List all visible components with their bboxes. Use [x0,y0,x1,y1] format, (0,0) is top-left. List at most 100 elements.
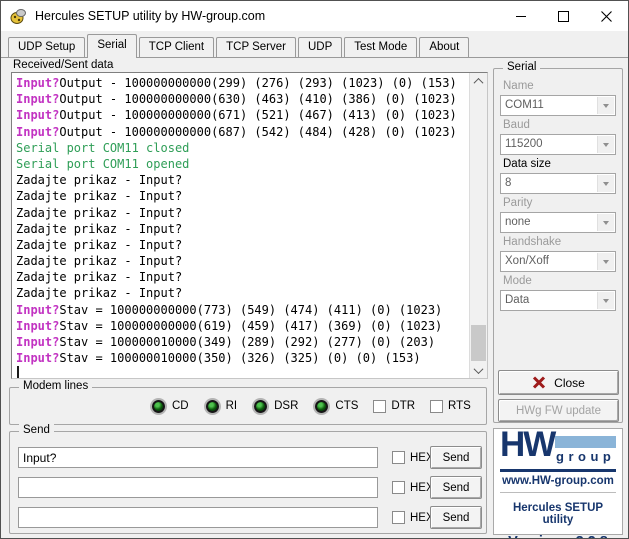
serial-field-label-parity: Parity [503,197,533,209]
maximize-button[interactable] [542,1,585,31]
mode-combobox[interactable]: Data [500,290,616,311]
close-button-label: Close [554,375,585,390]
terminal-line: Input?Output - 100000000000(671) (521) (… [16,108,457,123]
led-label: RI [225,400,238,412]
terminal-line: Zadajte prikaz - Input? [16,205,183,220]
hwg-fw-update-button[interactable]: HWg FW update [498,399,619,422]
terminal-line: Zadajte prikaz - Input? [16,189,183,204]
scrollbar-thumb[interactable] [471,325,486,361]
minimize-icon [515,15,526,17]
terminal-lines: Input?Output - 100000000000(299) (276) (… [12,73,487,366]
combobox-dropdown-button[interactable] [597,136,614,153]
tab-about[interactable]: About [419,37,470,57]
window-title: Hercules SETUP utility by HW-group.com [35,9,266,23]
send-button-1[interactable]: Send [430,446,482,469]
terminal-line: Zadajte prikaz - Input? [16,254,183,269]
logo-hw-text: HW [500,425,556,464]
chevron-down-icon [473,363,484,374]
serial-settings-group: Serial Name COM11 Baud 115200 Data size 8 Pari… [493,61,623,423]
logo-blue-bar [555,436,616,448]
minimize-button[interactable] [499,1,542,31]
hw-group-branding: HW group www.HW-group.com Hercules SETUP… [493,425,623,538]
hex-checkbox-3[interactable] [392,511,405,524]
version-number: 3.2.8 [576,534,608,538]
send-row: HEXSend [10,444,486,474]
terminal-line: Zadajte prikaz - Input? [16,237,183,252]
hex-checkbox-2[interactable] [392,481,405,494]
modem-indicator-ri: RI [204,398,238,415]
tab-serial[interactable]: Serial [87,34,137,58]
serial-field-label-handshake: Handshake [503,236,562,248]
terminal-line: Input?Stav = 100000010000(349) (289) (29… [16,335,436,349]
dtr-checkbox[interactable] [373,399,387,413]
tab-tcp-client[interactable]: TCP Client [138,37,215,57]
terminal-line: Zadajte prikaz - Input? [16,173,183,188]
terminal-scrollbar[interactable] [469,73,487,378]
send-button-3[interactable]: Send [430,506,482,529]
handshake-combobox[interactable]: Xon/Xoff [500,251,616,272]
led-cts-icon [315,399,329,413]
scroll-up-button[interactable] [470,73,487,89]
rts-toggle[interactable]: RTS [430,399,471,413]
tab-strip: UDP Setup Serial TCP Client TCP Server UDP Te… [8,32,471,58]
modem-indicator-dsr: DSR [252,398,298,415]
led-label: CTS [335,400,359,412]
version-text: Version 3.2.8 [500,534,616,538]
close-x-icon [533,376,546,389]
rts-checkbox[interactable] [430,399,444,413]
hw-group-logo: HW group [500,425,616,469]
send-group: Send HEXSendHEXSendHEXSend [9,424,487,534]
chevron-down-icon [603,142,609,147]
close-window-button[interactable] [585,1,628,31]
combobox-dropdown-button[interactable] [597,292,614,309]
serial-field-label-data-size: Data size [503,158,551,170]
combobox-dropdown-button[interactable] [597,97,614,114]
chevron-up-icon [473,77,484,88]
tab-udp-setup[interactable]: UDP Setup [8,37,86,57]
terminal-line: Serial port COM11 closed [16,140,190,155]
tab-test-mode[interactable]: Test Mode [344,37,418,57]
scroll-down-button[interactable] [470,362,487,378]
terminal-output[interactable]: Input?Output - 100000000000(299) (276) (… [11,72,488,379]
modem-indicator-cd: CD [150,398,189,415]
chevron-down-icon [603,181,609,186]
chevron-down-icon [603,259,609,264]
terminal-line: Input?Output - 100000000000(630) (463) (… [16,92,457,107]
data-size-combobox[interactable]: 8 [500,173,616,194]
chevron-down-icon [603,220,609,225]
led-label: CD [172,400,189,412]
tab-tcp-server[interactable]: TCP Server [216,37,296,57]
chevron-down-icon [603,103,609,108]
serial-fields: Name COM11 Baud 115200 Data size 8 Parity none H… [494,69,622,311]
close-port-button[interactable]: Close [498,370,619,395]
combobox-dropdown-button[interactable] [597,175,614,192]
combobox-dropdown-button[interactable] [597,214,614,231]
dtr-toggle[interactable]: DTR [373,399,415,413]
logo-group-text: group [556,449,616,464]
led-cd-icon [152,399,165,413]
chevron-down-icon [603,298,609,303]
send-row: HEXSend [10,474,486,504]
modem-indicator-cts: CTS [313,398,358,415]
serial-group-label: Serial [503,61,541,73]
baud-combobox[interactable]: 115200 [500,134,616,155]
send-row: HEXSend [10,504,486,534]
led-dsr-icon [254,399,268,413]
send-input-1[interactable] [18,447,378,468]
version-label: Version [508,534,560,538]
modem-indicators: CD RI DSR CTS DTR RTS [10,388,486,424]
send-input-3[interactable] [18,507,378,528]
terminal-line: Zadajte prikaz - Input? [16,221,183,236]
serial-field-label-baud: Baud [503,119,530,131]
modem-lines-group: Modem lines CD RI DSR CTS DTR RTS [9,380,487,425]
terminal-line: Zadajte prikaz - Input? [16,270,183,285]
name-combobox[interactable]: COM11 [500,95,616,116]
titlebar: Hercules SETUP utility by HW-group.com [1,1,628,31]
parity-combobox[interactable]: none [500,212,616,233]
combobox-dropdown-button[interactable] [597,253,614,270]
tab-udp[interactable]: UDP [297,37,343,57]
send-input-2[interactable] [18,477,378,498]
serial-field-label-name: Name [503,80,534,92]
hex-checkbox-1[interactable] [392,451,405,464]
send-button-2[interactable]: Send [430,476,482,499]
